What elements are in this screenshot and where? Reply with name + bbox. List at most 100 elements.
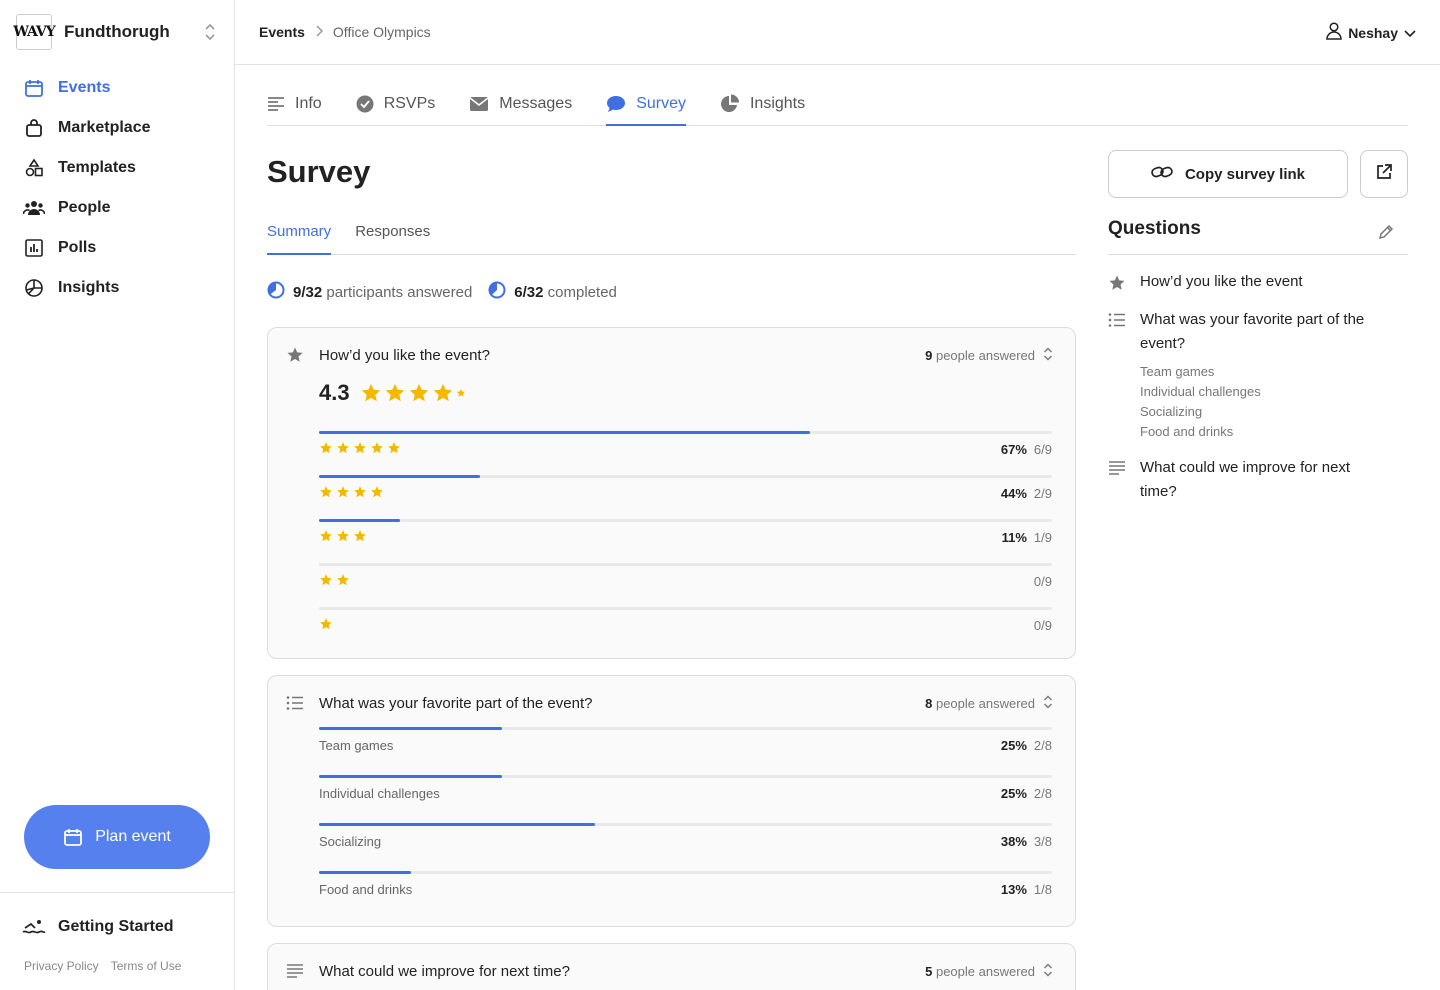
progress-bar	[319, 727, 1052, 730]
tab-label: Messages	[499, 94, 573, 112]
tab-info[interactable]: Info	[267, 82, 322, 125]
org-switcher[interactable]: WAVY Fundthorugh	[13, 14, 218, 50]
breadcrumb: Events Office Olympics	[259, 24, 431, 40]
sidebar-item-polls[interactable]: Polls	[22, 228, 222, 268]
text-lines-icon	[1108, 456, 1140, 504]
questions-header: Questions	[1108, 218, 1408, 255]
rating-star-icon	[336, 573, 350, 587]
option-label: Food and drinks	[319, 882, 413, 897]
question-text: What was your favorite part of the event…	[1140, 311, 1365, 352]
sidebar-footer: Getting Started Privacy Policy Terms of …	[0, 892, 234, 990]
progress-bar	[319, 871, 1052, 874]
answered-toggle[interactable]: 9 people answered	[925, 347, 1053, 364]
rating-star-icon	[360, 382, 382, 404]
question-text: What could we improve for next time?	[1140, 459, 1351, 500]
average-rating: 4.3	[319, 380, 465, 406]
breakdown-row: Socializing 38% 3/8	[319, 823, 1052, 871]
tab-rsvps[interactable]: RSVPs	[356, 82, 435, 125]
list-icon	[286, 695, 304, 711]
swimmer-icon	[22, 917, 46, 937]
row-value: 0/9	[1034, 574, 1052, 589]
progress-bar	[319, 475, 1052, 478]
answered-toggle[interactable]: 8 people answered	[925, 695, 1053, 712]
sidebar-nav: Events Marketplace Templates People Poll…	[22, 68, 222, 308]
copy-survey-link-button[interactable]: Copy survey link	[1108, 150, 1348, 198]
rating-star-icon	[353, 485, 367, 499]
star-count-label	[319, 617, 333, 631]
option-item: Individual challenges	[1140, 384, 1261, 399]
breakdown-row: Individual challenges 25% 2/8	[319, 775, 1052, 823]
question-header: What was your favorite part of the event…	[286, 692, 1053, 714]
question-item[interactable]: How’d you like the event	[1108, 270, 1408, 294]
poll-icon	[22, 236, 46, 260]
rating-star-icon	[319, 573, 333, 587]
row-percent: 11%	[1001, 530, 1027, 545]
participants-answered-stat: 9/32 participants answered	[267, 281, 472, 303]
breadcrumb-events[interactable]: Events	[259, 24, 305, 40]
question-item[interactable]: What was your favorite part of the event…	[1108, 308, 1408, 442]
rating-star-icon	[387, 441, 401, 455]
row-percent: 13%	[1000, 882, 1027, 897]
rating-star-icon	[408, 382, 430, 404]
tab-responses[interactable]: Responses	[355, 218, 430, 254]
progress-bar-fill	[319, 823, 595, 826]
answered-toggle[interactable]: 5 people answered	[925, 963, 1053, 980]
answered-count: 8	[925, 695, 933, 711]
terms-of-use-link[interactable]: Terms of Use	[111, 959, 182, 973]
progress-bar	[319, 775, 1052, 778]
tab-messages[interactable]: Messages	[469, 82, 572, 125]
option-label: Socializing	[319, 834, 382, 849]
list-icon	[1108, 308, 1140, 442]
tab-insights[interactable]: Insights	[720, 82, 805, 125]
tab-summary[interactable]: Summary	[267, 218, 332, 255]
rating-stars	[360, 382, 466, 404]
questions-title: Questions	[1108, 218, 1201, 239]
tab-label: Survey	[636, 94, 686, 112]
row-value: 67% 6/9	[1001, 442, 1052, 457]
progress-ring-icon	[267, 281, 285, 303]
answered-count: 9	[925, 347, 933, 363]
rating-star-icon	[319, 441, 333, 455]
calendar-icon	[22, 76, 46, 100]
tab-survey[interactable]: Survey	[606, 82, 686, 126]
rating-star-icon	[353, 441, 367, 455]
sidebar-item-marketplace[interactable]: Marketplace	[22, 108, 222, 148]
privacy-policy-link[interactable]: Privacy Policy	[24, 959, 99, 973]
rating-star-icon	[432, 382, 454, 404]
progress-bar	[319, 823, 1052, 826]
pencil-icon[interactable]	[1378, 224, 1394, 240]
user-menu[interactable]: Neshay	[1326, 22, 1416, 43]
sidebar-item-people[interactable]: People	[22, 188, 222, 228]
rating-star-icon	[370, 485, 384, 499]
option-breakdown: Team games 25% 2/8 Individual challenges 25%…	[319, 727, 1052, 919]
row-percent: 67%	[1000, 442, 1027, 457]
lines-icon	[267, 96, 285, 112]
sidebar-item-events[interactable]: Events	[22, 68, 222, 108]
row-count: 0/9	[1033, 618, 1052, 633]
rating-star-icon	[370, 441, 384, 455]
row-value: 38% 3/8	[1001, 834, 1052, 849]
row-count: 1/9	[1033, 530, 1052, 545]
star-count-label	[319, 573, 350, 587]
row-count: 0/9	[1033, 574, 1052, 589]
option-label: Team games	[319, 738, 394, 753]
breakdown-row: 11% 1/9	[319, 519, 1052, 563]
breakdown-row: 67% 6/9	[319, 431, 1052, 475]
question-item[interactable]: What could we improve for next time?	[1108, 456, 1408, 504]
chevron-up-down-icon[interactable]	[202, 22, 218, 42]
user-name: Neshay	[1348, 24, 1398, 41]
questions-list: How’d you like the event What was your f…	[1108, 270, 1408, 518]
open-external-button[interactable]	[1360, 150, 1408, 198]
sidebar-item-label: Insights	[58, 279, 120, 296]
chevron-right-icon	[315, 24, 323, 40]
sidebar-item-templates[interactable]: Templates	[22, 148, 222, 188]
breakdown-row: Food and drinks 13% 1/8	[319, 871, 1052, 919]
survey-subtabs: Summary Responses	[267, 218, 1076, 255]
pie-icon	[22, 276, 46, 300]
plan-event-button[interactable]: Plan event	[24, 805, 210, 869]
sidebar-item-insights[interactable]: Insights	[22, 268, 222, 308]
rating-star-icon	[384, 382, 406, 404]
sidebar-item-label: Polls	[58, 239, 97, 256]
plan-event-label: Plan event	[95, 828, 171, 845]
getting-started-link[interactable]: Getting Started	[22, 917, 174, 937]
